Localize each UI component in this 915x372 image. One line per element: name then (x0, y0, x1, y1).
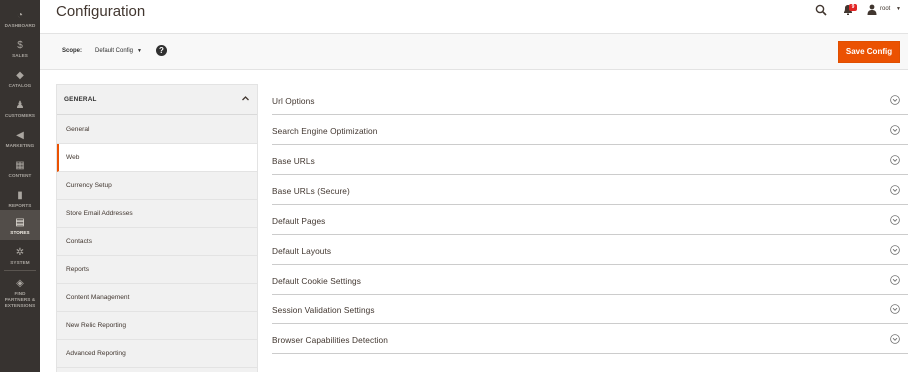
tab-group-title: GENERAL (64, 96, 97, 103)
sidebar-item-label: Reports (66, 266, 90, 273)
section-title: Browser Capabilities Detection (272, 335, 388, 345)
sidebar-item-new-relic-reporting[interactable]: New Relic Reporting (57, 312, 257, 340)
sidebar-item-label: General (66, 126, 90, 133)
chevron-down-circle-icon (890, 215, 900, 225)
scope-switcher[interactable]: Default Config (95, 48, 133, 54)
menu-item-label: SYSTEM (10, 260, 30, 265)
sidebar-item-store-email-addresses[interactable]: Store Email Addresses (57, 200, 257, 228)
menu-item-stores[interactable]: ▤ STORES (0, 210, 40, 240)
menu-item-label: CATALOG (8, 83, 32, 88)
menu-item-sales[interactable]: $ SALES (0, 33, 40, 63)
config-sidebar: GENERAL General Web Currency Setup Store… (56, 84, 258, 372)
section-base-urls[interactable]: Base URLs (272, 145, 908, 175)
sidebar-item-reports[interactable]: Reports (57, 256, 257, 284)
chevron-down-circle-icon (890, 95, 900, 105)
dashboard-icon: ◔ (16, 10, 24, 21)
section-default-layouts[interactable]: Default Layouts (272, 235, 908, 265)
bar-chart-icon: ▮ (17, 190, 23, 201)
menu-item-content[interactable]: ▦ CONTENT (0, 153, 40, 183)
sidebar-item-general[interactable]: General (57, 116, 257, 144)
section-title: Base URLs (Secure) (272, 186, 350, 196)
section-url-options[interactable]: Url Options (272, 85, 908, 115)
sidebar-item-contacts[interactable]: Contacts (57, 228, 257, 256)
section-browser-capabilities-detection[interactable]: Browser Capabilities Detection (272, 324, 908, 354)
sidebar-item-label: Contacts (66, 238, 93, 245)
sidebar-item-label: Content Management (66, 294, 130, 301)
chevron-down-circle-icon (890, 275, 900, 285)
sidebar-item-currency-setup[interactable]: Currency Setup (57, 172, 257, 200)
sidebar-item-label: Currency Setup (66, 182, 112, 189)
scope-caret-down-icon[interactable]: ▼ (137, 48, 142, 54)
layout-icon: ▦ (15, 160, 25, 171)
sidebar-item-label: Web (66, 154, 80, 161)
menu-item-reports[interactable]: ▮ REPORTS (0, 183, 40, 213)
section-title: Base URLs (272, 156, 315, 166)
chevron-down-circle-icon (890, 334, 900, 344)
chevron-down-circle-icon (890, 125, 900, 135)
cube-icon: ◆ (16, 70, 24, 81)
sidebar-item-label: New Relic Reporting (66, 322, 127, 329)
section-default-cookie-settings[interactable]: Default Cookie Settings (272, 265, 908, 295)
user-icon[interactable] (867, 4, 877, 15)
page-title: Configuration (56, 3, 146, 20)
chevron-down-circle-icon (890, 185, 900, 195)
menu-item-label: DASHBOARD (4, 23, 36, 28)
store-icon: ▤ (15, 217, 25, 228)
tab-group-general[interactable]: GENERAL (57, 85, 257, 115)
chevron-down-circle-icon (890, 304, 900, 314)
sidebar-item-content-management[interactable]: Content Management (57, 284, 257, 312)
user-name[interactable]: root (880, 6, 890, 12)
section-title: Session Validation Settings (272, 305, 375, 315)
scope-label: Scope: (62, 48, 83, 54)
search-icon[interactable] (815, 4, 827, 16)
menu-item-system[interactable]: ✲ SYSTEM (0, 240, 40, 270)
menu-item-customers[interactable]: ♟ CUSTOMERS (0, 93, 40, 123)
chevron-down-circle-icon (890, 155, 900, 165)
admin-menu: ◔ DASHBOARD $ SALES ◆ CATALOG ♟ CUSTOMER… (0, 0, 40, 372)
section-title: Search Engine Optimization (272, 126, 378, 136)
scope-bar: Scope: Default Config ▼ ? Save Config (40, 33, 908, 70)
help-icon[interactable]: ? (156, 45, 167, 56)
menu-item-label: MARKETING (5, 143, 35, 148)
user-caret-down-icon[interactable]: ▼ (896, 6, 901, 12)
dollar-icon: $ (17, 40, 23, 51)
section-title: Url Options (272, 96, 315, 106)
menu-item-dashboard[interactable]: ◔ DASHBOARD (0, 3, 40, 33)
section-title: Default Layouts (272, 246, 332, 256)
notifications-badge: 9 (849, 4, 857, 11)
person-icon: ♟ (15, 100, 25, 111)
chevron-down-circle-icon (890, 245, 900, 255)
menu-item-catalog[interactable]: ◆ CATALOG (0, 63, 40, 93)
megaphone-icon: ◀ (16, 130, 24, 141)
chevron-up-icon (242, 96, 249, 101)
menu-item-label: STORES (10, 230, 30, 235)
gear-icon: ✲ (15, 247, 25, 258)
section-default-pages[interactable]: Default Pages (272, 205, 908, 235)
menu-item-label: CONTENT (8, 173, 32, 178)
menu-item-label: CUSTOMERS (4, 113, 36, 118)
section-search-engine-optimization[interactable]: Search Engine Optimization (272, 115, 908, 145)
section-session-validation-settings[interactable]: Session Validation Settings (272, 294, 908, 324)
sidebar-item-advanced-reporting[interactable]: Advanced Reporting (57, 340, 257, 368)
sidebar-item-label: Store Email Addresses (66, 210, 133, 217)
menu-item-label: SALES (12, 53, 28, 58)
partners-cube-icon: ◈ (16, 278, 24, 289)
section-title: Default Cookie Settings (272, 276, 362, 286)
section-base-urls-secure[interactable]: Base URLs (Secure) (272, 175, 908, 205)
menu-item-label: REPORTS (8, 203, 32, 208)
menu-item-marketing[interactable]: ◀ MARKETING (0, 123, 40, 153)
menu-item-label: FIND PARTNERS & EXTENSIONS (4, 291, 36, 308)
save-config-button[interactable]: Save Config (838, 41, 900, 63)
sidebar-item-web[interactable]: Web (57, 144, 257, 172)
sidebar-item-label: Advanced Reporting (66, 350, 126, 357)
menu-item-find-partners[interactable]: ◈ FIND PARTNERS & EXTENSIONS (0, 271, 40, 308)
section-title: Default Pages (272, 216, 326, 226)
